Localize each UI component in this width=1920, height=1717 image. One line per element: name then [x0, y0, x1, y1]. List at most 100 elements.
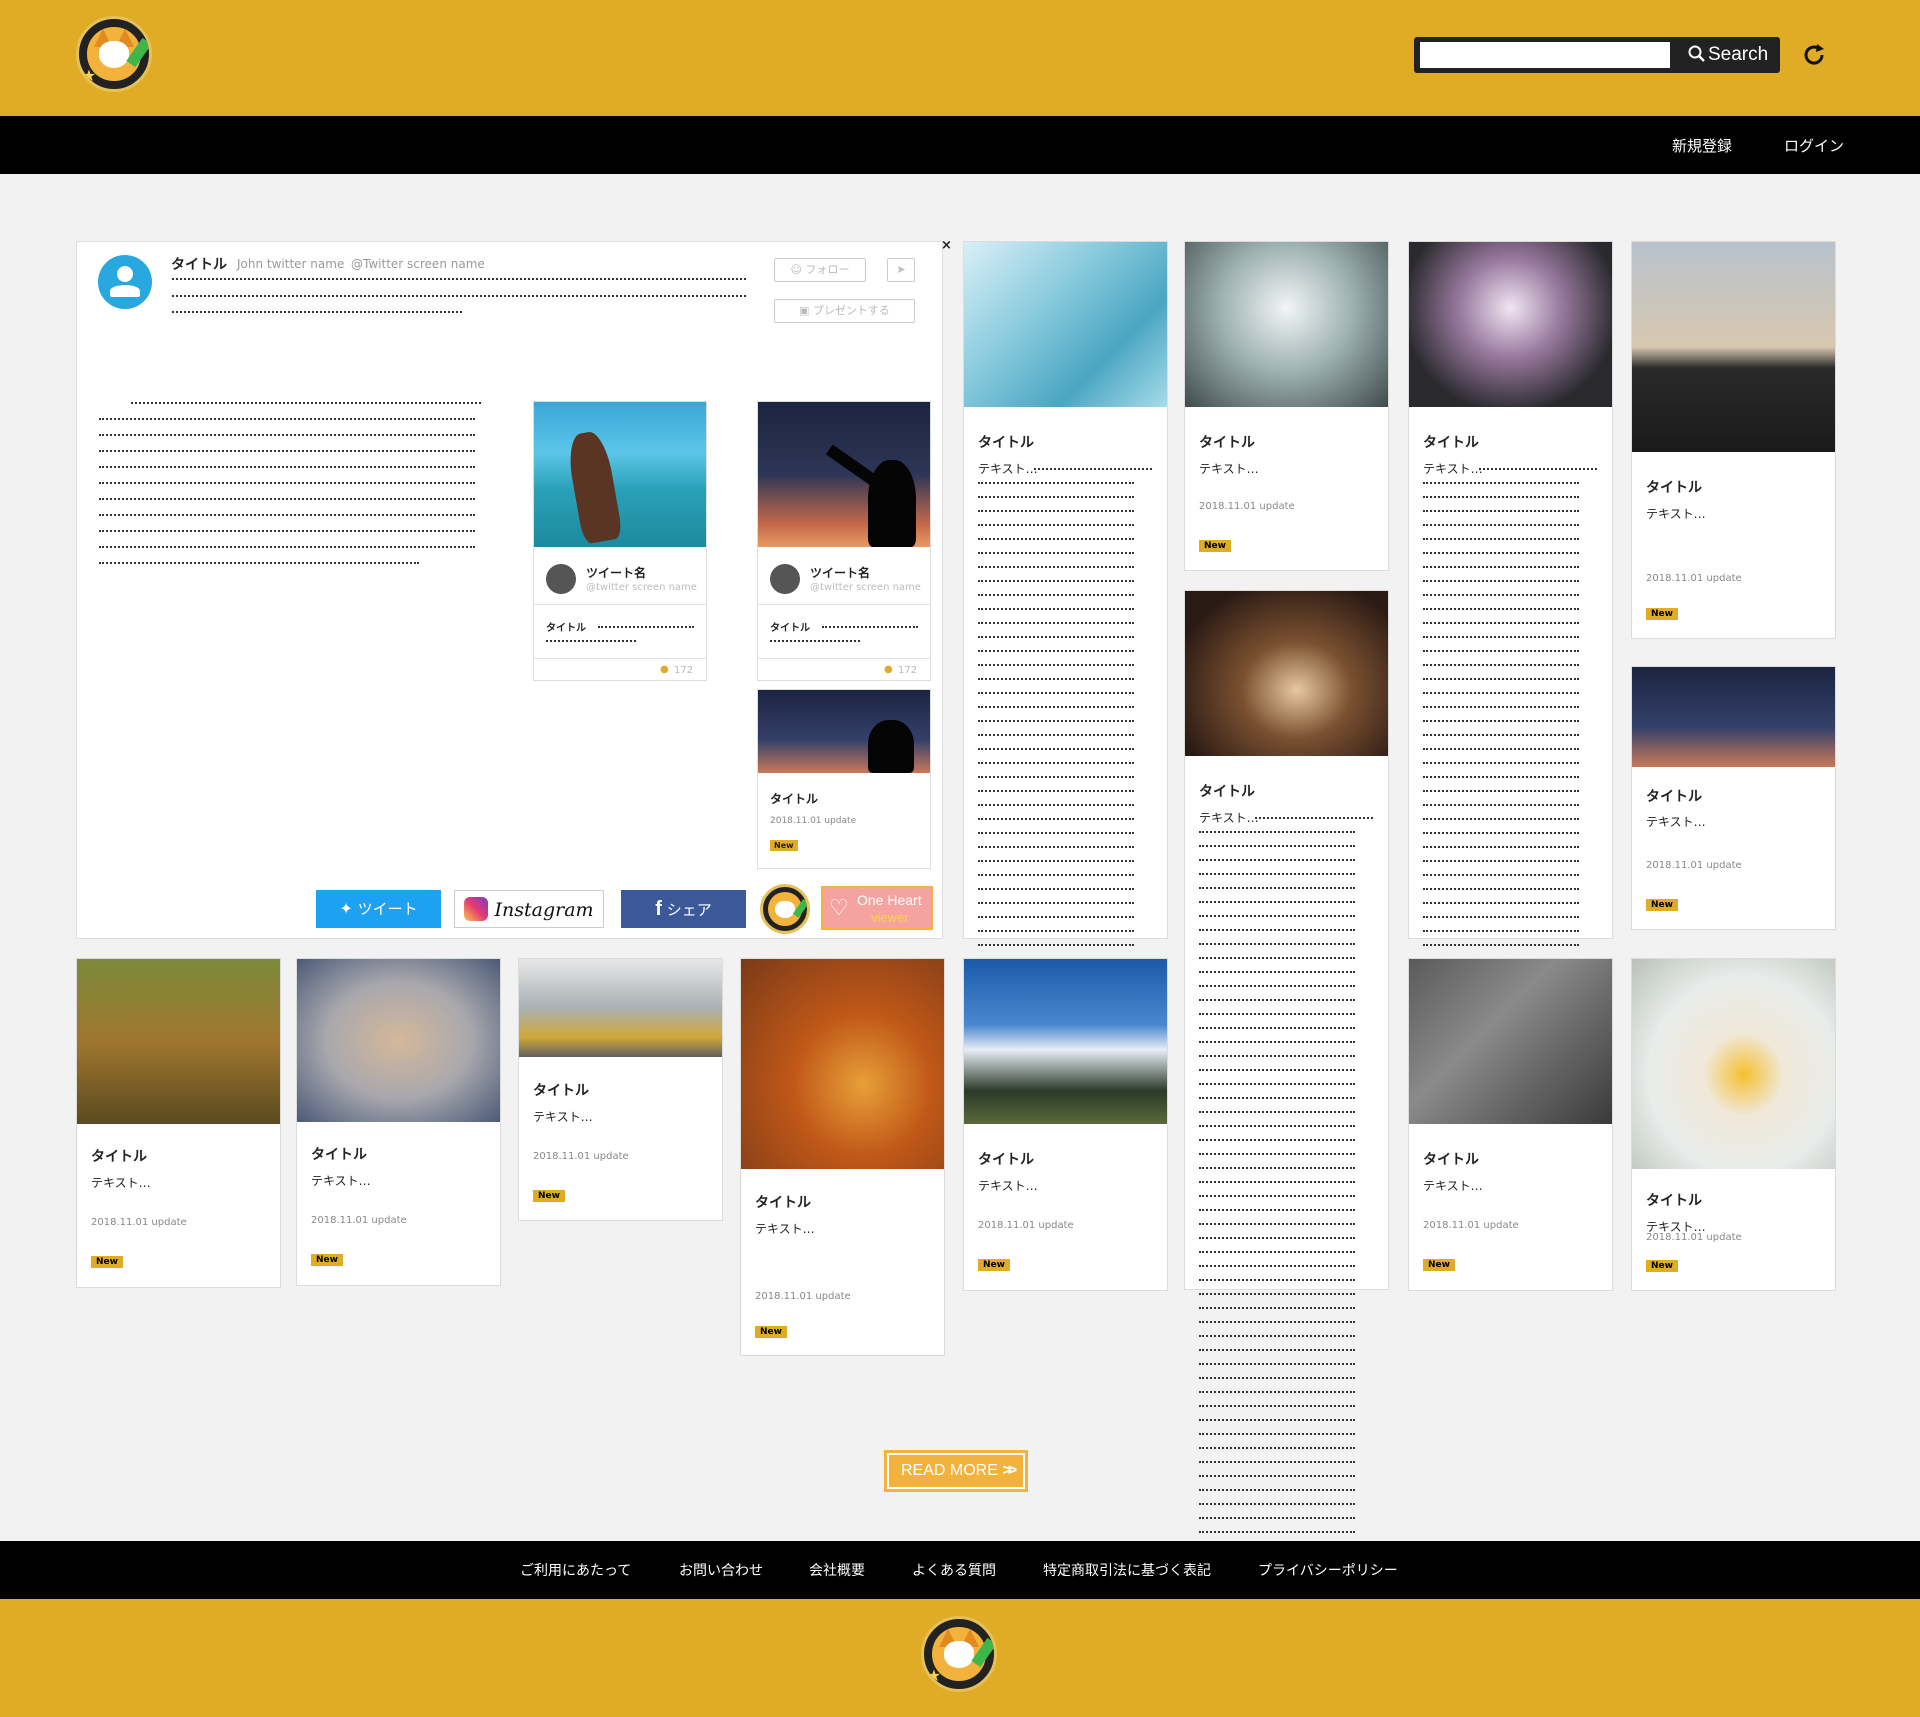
- new-badge: New: [1646, 608, 1678, 620]
- dotted-line: [978, 566, 1134, 568]
- article-card[interactable]: タイトルテキスト…2018.11.01 updateNew: [76, 958, 281, 1288]
- dotted-line: [978, 580, 1134, 582]
- close-icon[interactable]: ×: [941, 238, 952, 253]
- article-card[interactable]: タイトルテキスト…2018.11.01 updateNew: [1631, 666, 1836, 930]
- search-button[interactable]: Search: [1676, 37, 1776, 73]
- user-avatar-icon: [98, 255, 152, 309]
- article-card[interactable]: タイトルテキスト…2018.11.01 updateNew: [963, 241, 1168, 1160]
- footer-link-privacy[interactable]: プライバシーポリシー: [1258, 1560, 1398, 1580]
- dotted-line: [1423, 888, 1579, 890]
- footer-link-company[interactable]: 会社概要: [809, 1560, 865, 1580]
- mini-article-card[interactable]: タイトル 2018.11.01 update New: [757, 689, 931, 869]
- article-date: 2018.11.01 update: [755, 1291, 851, 1302]
- footer-link-contact[interactable]: お問い合わせ: [679, 1560, 763, 1580]
- article-card[interactable]: タイトルテキスト…2018.11.01 updateNew: [1184, 241, 1389, 571]
- footer-link-faq[interactable]: よくある質問: [912, 1560, 996, 1580]
- article-card[interactable]: タイトルテキスト…2018.11.01 updateNew: [740, 958, 945, 1356]
- article-title: タイトル: [1646, 789, 1702, 805]
- twitter-bird-icon: ✦: [339, 899, 353, 918]
- article-date: 2018.11.01 update: [311, 1215, 407, 1226]
- comment-icon: ●: [660, 664, 669, 675]
- present-button[interactable]: ▣ プレゼントする: [774, 299, 915, 323]
- dotted-line: [1199, 1363, 1355, 1365]
- article-card[interactable]: タイトルテキスト…2018.11.01 updateNew: [963, 958, 1168, 1291]
- article-text: テキスト…: [1423, 1179, 1483, 1193]
- signup-link[interactable]: 新規登録: [1672, 135, 1732, 156]
- twitter-feature-panel: タイトル John twitter name @Twitter screen n…: [76, 238, 952, 939]
- tweet-card[interactable]: ツイート名 @twitter screen name タイトル ● 172: [757, 401, 931, 681]
- article-date: 2018.11.01 update: [1423, 1220, 1519, 1231]
- tweet-handle: @twitter screen name: [810, 582, 921, 593]
- article-card[interactable]: タイトルテキスト…2018.11.01 updateNew: [296, 958, 501, 1286]
- dotted-line: [978, 482, 1134, 484]
- dotted-line: [1199, 1111, 1355, 1113]
- dotted-line: [1199, 943, 1355, 945]
- footer-logo[interactable]: ★: [921, 1616, 997, 1692]
- dotted-line: [1479, 468, 1597, 470]
- article-card[interactable]: タイトルテキスト…2018.11.01 updateNew: [1631, 958, 1836, 1291]
- dotted-line: [1423, 580, 1579, 582]
- footer-nav: ご利用にあたって お問い合わせ 会社概要 よくある質問 特定商取引法に基づく表記…: [0, 1541, 1920, 1599]
- tweet-card[interactable]: ツイート名 @twitter screen name タイトル ● 172: [533, 401, 707, 681]
- twitter-screen-name: @Twitter screen name: [351, 257, 485, 271]
- read-more-button[interactable]: READ MORE >>: [884, 1450, 1028, 1492]
- dotted-line: [978, 538, 1134, 540]
- top-nav: 新規登録 ログイン: [0, 116, 1920, 174]
- tweet-photo: [534, 402, 706, 547]
- article-photo: [1185, 242, 1388, 407]
- article-card[interactable]: タイトルテキスト…2018.11.01 updateNew: [1631, 241, 1836, 639]
- dotted-line: [1199, 1097, 1355, 1099]
- dotted-line: [1199, 1041, 1355, 1043]
- dotted-line: [1199, 1153, 1355, 1155]
- article-text: テキスト…: [533, 1110, 593, 1124]
- article-card[interactable]: タイトルテキスト…2018.11.01 updateNew: [1408, 241, 1613, 1160]
- footer-link-terms[interactable]: ご利用にあたって: [520, 1560, 631, 1580]
- article-card[interactable]: タイトルテキスト…2018.11.01 updateNew: [1408, 958, 1613, 1291]
- login-link[interactable]: ログイン: [1784, 135, 1844, 156]
- article-photo: [758, 690, 930, 773]
- dotted-line: [1423, 482, 1579, 484]
- message-button[interactable]: ➤: [887, 258, 915, 282]
- dotted-line: [1423, 930, 1579, 932]
- dotted-line: [1423, 734, 1579, 736]
- dotted-line: [1423, 538, 1579, 540]
- article-card[interactable]: タイトルテキスト…2018.11.01 updateNew: [1184, 590, 1389, 1635]
- heart-label: One Heart: [857, 892, 922, 908]
- dotted-line: [1199, 1237, 1355, 1239]
- refresh-icon[interactable]: [1800, 41, 1828, 69]
- tweet-share-button[interactable]: ✦ ツイート: [316, 890, 441, 928]
- dotted-line: [1199, 1377, 1355, 1379]
- dotted-line: [1423, 902, 1579, 904]
- footer-link-commerce-law[interactable]: 特定商取引法に基づく表記: [1043, 1560, 1211, 1580]
- dotted-line: [1199, 1223, 1355, 1225]
- dotted-line: [978, 706, 1134, 708]
- tweet-photo: [758, 402, 930, 547]
- search-input[interactable]: [1420, 42, 1670, 68]
- instagram-button[interactable]: Instagram: [454, 890, 604, 928]
- follow-button[interactable]: ☺ フォロー: [774, 258, 866, 282]
- comment-count: 172: [674, 665, 694, 676]
- dotted-line: [1199, 859, 1355, 861]
- dotted-line: [1199, 1475, 1355, 1477]
- dotted-line: [1199, 1139, 1355, 1141]
- mascot-logo[interactable]: [760, 884, 810, 934]
- dotted-line: [1423, 664, 1579, 666]
- one-heart-viewer-button[interactable]: ♡ One Heart viewer: [821, 886, 933, 930]
- dotted-line: [1199, 1489, 1355, 1491]
- dotted-line: [1423, 636, 1579, 638]
- facebook-share-button[interactable]: f シェア: [621, 890, 746, 928]
- search-icon: [1688, 45, 1705, 62]
- site-logo[interactable]: ★: [76, 16, 152, 92]
- present-label: プレゼントする: [812, 304, 890, 317]
- new-badge: New: [770, 840, 798, 851]
- dotted-line: [978, 846, 1134, 848]
- article-card[interactable]: タイトルテキスト…2018.11.01 updateNew: [518, 958, 723, 1221]
- dotted-line: [978, 720, 1134, 722]
- dotted-line: [978, 622, 1134, 624]
- dotted-line: [1199, 1265, 1355, 1267]
- dotted-line: [1199, 845, 1355, 847]
- article-text: テキスト…: [1646, 815, 1706, 829]
- dotted-line: [1199, 1461, 1355, 1463]
- dotted-line: [1423, 566, 1579, 568]
- tweet-name: ツイート名: [586, 566, 647, 580]
